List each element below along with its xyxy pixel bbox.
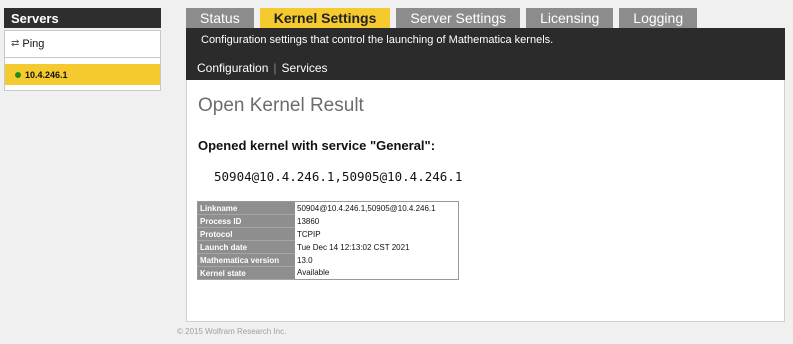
content-area: Open Kernel Result Opened kernel with se… <box>186 80 785 322</box>
server-status-icon <box>15 71 21 78</box>
table-row: Launch date Tue Dec 14 12:13:02 CST 2021 <box>197 240 459 254</box>
tab-licensing[interactable]: Licensing <box>526 8 614 28</box>
subnav-separator: | <box>273 61 277 75</box>
linkname-display: 50904@10.4.246.1,50905@10.4.246.1 <box>214 169 463 184</box>
sidebar-spacer-bottom <box>5 85 160 90</box>
table-row: Kernel state Available <box>197 266 459 280</box>
servers-sidebar: Servers ⇄ Ping 10.4.246.1 <box>4 8 161 91</box>
kernel-info-table: Linkname 50904@10.4.246.1,50905@10.4.246… <box>197 201 459 280</box>
tab-kernel-settings[interactable]: Kernel Settings <box>259 8 391 28</box>
row-value: Tue Dec 14 12:13:02 CST 2021 <box>295 240 459 254</box>
ping-button[interactable]: ⇄ Ping <box>5 30 160 58</box>
row-key: Mathematica version <box>197 253 295 267</box>
ping-label: Ping <box>22 38 45 50</box>
section-description: Configuration settings that control the … <box>201 34 554 46</box>
tab-logging[interactable]: Logging <box>619 8 698 28</box>
row-key: Process ID <box>197 214 295 228</box>
result-heading: Opened kernel with service "General": <box>198 138 436 153</box>
row-key: Launch date <box>197 240 295 254</box>
copyright-footer: © 2015 Wolfram Research Inc. <box>177 327 287 336</box>
server-item[interactable]: 10.4.246.1 <box>5 64 160 85</box>
subnav: Configuration | Services <box>197 61 328 75</box>
tab-server-settings[interactable]: Server Settings <box>396 8 521 28</box>
ping-arrows-icon: ⇄ <box>11 38 20 49</box>
sidebar-header: Servers <box>4 8 161 28</box>
row-value: 13.0 <box>295 253 459 267</box>
row-value: 50904@10.4.246.1,50905@10.4.246.1 <box>295 201 459 215</box>
row-key: Linkname <box>197 201 295 215</box>
row-value: Available <box>295 266 459 280</box>
row-value: TCPIP <box>295 227 459 241</box>
section-header: Configuration settings that control the … <box>186 28 785 80</box>
subnav-services-link[interactable]: Services <box>282 61 328 75</box>
server-address: 10.4.246.1 <box>25 69 68 80</box>
row-value: 13860 <box>295 214 459 228</box>
tab-status[interactable]: Status <box>186 8 254 28</box>
main-panel: Configuration settings that control the … <box>186 28 785 322</box>
main-tabs: Status Kernel Settings Server Settings L… <box>186 8 698 28</box>
table-row: Linkname 50904@10.4.246.1,50905@10.4.246… <box>197 201 459 215</box>
table-row: Mathematica version 13.0 <box>197 253 459 267</box>
row-key: Kernel state <box>197 266 295 280</box>
table-row: Protocol TCPIP <box>197 227 459 241</box>
sidebar-body: ⇄ Ping 10.4.246.1 <box>4 30 161 91</box>
page-title: Open Kernel Result <box>198 95 364 116</box>
subnav-configuration-link[interactable]: Configuration <box>197 61 268 75</box>
row-key: Protocol <box>197 227 295 241</box>
table-row: Process ID 13860 <box>197 214 459 228</box>
